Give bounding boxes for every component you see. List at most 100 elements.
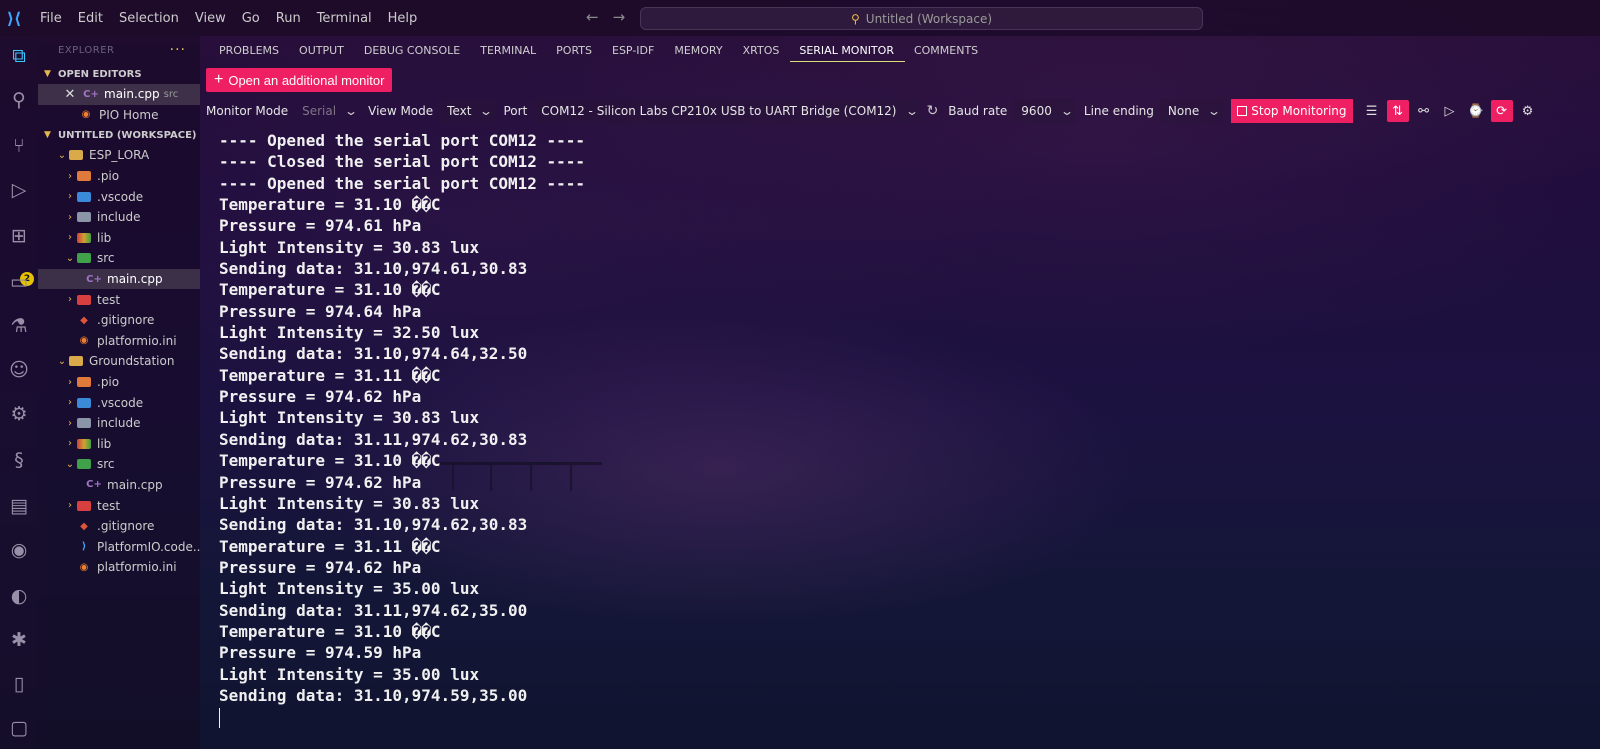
docker-icon[interactable]: ▤ xyxy=(5,492,33,520)
tab-serial-monitor[interactable]: SERIAL MONITOR xyxy=(790,40,905,62)
open-editor-main-cpp[interactable]: ✕ C+ main.cpp src xyxy=(38,84,200,105)
esp-idf-icon[interactable]: ⚙ xyxy=(5,400,33,428)
line-ending-select[interactable]: None ⌄ xyxy=(1159,99,1224,123)
tree-item-pio[interactable]: › .pio xyxy=(38,372,200,393)
port-select[interactable]: COM12 - Silicon Labs CP210x USB to UART … xyxy=(533,99,921,123)
clear-output-icon[interactable]: ☰ xyxy=(1361,100,1383,122)
tree-item-include[interactable]: › include xyxy=(38,413,200,434)
chevron-right-icon: › xyxy=(68,170,72,182)
tree-item-platformio-ini[interactable]: ◉ platformio.ini xyxy=(38,557,200,578)
chevron-down-icon: ⌄ xyxy=(1059,104,1074,118)
tree-item-src[interactable]: ⌄ src xyxy=(38,248,200,269)
folder-esp-lora[interactable]: ⌄ ESP_LORA xyxy=(38,145,200,166)
tab-ports[interactable]: PORTS xyxy=(547,40,603,62)
tree-item-vscode[interactable]: › .vscode xyxy=(38,392,200,413)
explorer-icon[interactable]: ⧉ xyxy=(5,42,33,70)
tree-item-gitignore[interactable]: ◆ .gitignore xyxy=(38,516,200,537)
testing-icon[interactable]: ⚗ xyxy=(5,312,33,340)
tree-item-lib[interactable]: › lib xyxy=(38,228,200,249)
open-in-terminal-icon[interactable]: ▷ xyxy=(1439,100,1461,122)
serial-output-line: Temperature = 31.10 ��C xyxy=(219,195,441,215)
tree-item-lib[interactable]: › lib xyxy=(38,434,200,455)
tree-item-workspace-file[interactable]: ⟩ PlatformIO.code... xyxy=(38,536,200,557)
include-folder-icon xyxy=(76,417,92,429)
menu-edit[interactable]: Edit xyxy=(70,11,111,26)
chevron-down-icon: ⌄ xyxy=(65,252,75,264)
folder-icon xyxy=(68,355,84,367)
bug-icon[interactable]: ✱ xyxy=(5,626,33,654)
clipboard-icon[interactable]: ▯ xyxy=(5,670,33,698)
tab-esp-idf[interactable]: ESP-IDF xyxy=(603,40,665,62)
tree-item-test[interactable]: › test xyxy=(38,495,200,516)
stop-monitoring-button[interactable]: Stop Monitoring xyxy=(1231,99,1353,123)
test-folder-icon xyxy=(76,500,92,512)
folder-groundstation[interactable]: ⌄ Groundstation xyxy=(38,351,200,372)
back-arrow-icon[interactable]: ← xyxy=(586,8,599,26)
tree-item-main-cpp[interactable]: C+ main.cpp xyxy=(38,475,200,496)
tree-item-gitignore[interactable]: ◆ .gitignore xyxy=(38,310,200,331)
tree-item-vscode[interactable]: › .vscode xyxy=(38,186,200,207)
settings-gear-icon[interactable]: ⚙ xyxy=(1517,100,1539,122)
source-control-icon[interactable]: ⑂ xyxy=(5,132,33,160)
command-center-search[interactable]: ⚲ Untitled (Workspace) xyxy=(640,7,1203,30)
tree-item-include[interactable]: › include xyxy=(38,207,200,228)
tree-item-pio[interactable]: › .pio xyxy=(38,166,200,187)
run-debug-icon[interactable]: ▷ xyxy=(5,176,33,204)
arduino-icon[interactable]: ◐ xyxy=(5,582,33,610)
menu-terminal[interactable]: Terminal xyxy=(309,11,380,26)
connect-icon[interactable]: ⚯ xyxy=(1413,100,1435,122)
menu-selection[interactable]: Selection xyxy=(111,11,187,26)
toggle-auto-scroll-icon[interactable]: ⇅ xyxy=(1386,100,1409,122)
serial-output-line: ---- Opened the serial port COM12 ---- xyxy=(219,131,586,150)
open-editors-header[interactable]: ▼ OPEN EDITORS xyxy=(38,64,200,84)
tree-item-src[interactable]: ⌄ src xyxy=(38,454,200,475)
close-icon[interactable]: ✕ xyxy=(62,87,78,102)
tab-memory[interactable]: MEMORY xyxy=(665,40,733,62)
serial-monitor-output[interactable]: ---- Opened the serial port COM12 ---- --… xyxy=(219,130,1589,742)
tree-item-platformio-ini[interactable]: ◉ platformio.ini xyxy=(38,331,200,352)
serial-output-line: Pressure = 974.59 hPa xyxy=(219,643,422,663)
tab-terminal[interactable]: TERMINAL xyxy=(471,40,547,62)
tree-item-main-cpp[interactable]: C+ main.cpp xyxy=(38,268,200,290)
python-icon[interactable]: § xyxy=(5,446,33,474)
search-icon[interactable]: ⚲ xyxy=(5,86,33,114)
serial-output-line: Light Intensity = 35.00 lux xyxy=(219,664,480,684)
tab-problems[interactable]: PROBLEMS xyxy=(210,40,290,62)
tab-xrtos[interactable]: XRTOS xyxy=(734,40,791,62)
more-actions-icon[interactable]: ··· xyxy=(170,42,186,58)
tab-debug-console[interactable]: DEBUG CONSOLE xyxy=(355,40,471,62)
vscode-file-icon: ⟩ xyxy=(81,541,87,553)
view-mode-select[interactable]: Text ⌄ xyxy=(439,99,496,123)
menu-file[interactable]: File xyxy=(32,11,70,26)
menu-view[interactable]: View xyxy=(187,11,234,26)
text-cursor xyxy=(219,708,220,729)
lib-folder-icon xyxy=(76,438,92,450)
tab-comments[interactable]: COMMENTS xyxy=(905,40,989,62)
forward-arrow-icon[interactable]: → xyxy=(613,8,626,26)
menu-go[interactable]: Go xyxy=(234,11,268,26)
terminal-icon[interactable]: ▢ xyxy=(5,714,33,742)
platformio-file-icon: ◉ xyxy=(79,561,89,573)
extensions-icon[interactable]: ⊞ xyxy=(5,222,33,250)
remote-explorer-icon[interactable]: ▭ xyxy=(5,268,33,296)
search-text: Untitled (Workspace) xyxy=(865,11,993,26)
platformio-file-icon: ◉ xyxy=(79,335,89,347)
monitor-mode-select[interactable]: Serial ⌄ xyxy=(294,99,360,123)
open-additional-monitor-button[interactable]: + Open an additional monitor xyxy=(206,68,393,92)
baud-rate-select[interactable]: 9600 ⌄ xyxy=(1013,99,1076,123)
git-file-icon: ◆ xyxy=(80,314,88,326)
platformio-icon[interactable]: ☺ xyxy=(5,356,33,384)
tree-item-test[interactable]: › test xyxy=(38,289,200,310)
toggle-hex-icon[interactable]: ⟳ xyxy=(1490,100,1513,122)
menu-help[interactable]: Help xyxy=(380,11,426,26)
serial-output-line: Pressure = 974.64 hPa xyxy=(219,301,422,321)
espressif-icon[interactable]: ◉ xyxy=(5,536,33,564)
refresh-ports-icon[interactable]: ↻ xyxy=(927,103,939,119)
tab-output[interactable]: OUTPUT xyxy=(290,40,355,62)
serial-output-line: Pressure = 974.61 hPa xyxy=(219,216,422,236)
timestamp-icon[interactable]: ⌚ xyxy=(1465,100,1487,122)
open-editor-pio-home[interactable]: ◉ PIO Home xyxy=(38,105,200,126)
workspace-header[interactable]: ▼ UNTITLED (WORKSPACE) xyxy=(38,125,200,145)
menu-run[interactable]: Run xyxy=(268,11,309,26)
stop-icon xyxy=(1237,106,1248,116)
